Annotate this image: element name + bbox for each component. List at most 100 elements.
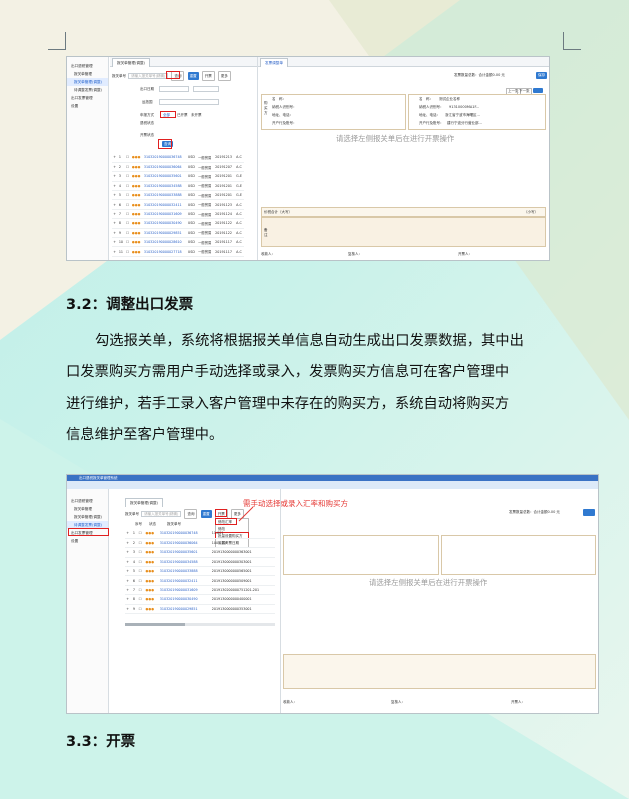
row-status-stars: ●●● xyxy=(144,538,159,549)
row-checkbox[interactable]: ☐ xyxy=(137,538,145,549)
row-checkbox[interactable]: ☐ xyxy=(137,594,145,605)
row-checkbox[interactable]: ☐ xyxy=(137,575,145,586)
row-expand-icon[interactable]: + xyxy=(125,604,132,615)
row-expand-icon[interactable]: + xyxy=(125,529,132,539)
search-label: 报关单号 xyxy=(125,512,139,516)
search-input[interactable]: 请输入报关单号(精确) xyxy=(128,73,169,79)
table-row[interactable]: +6 ☐ ●●● 310320190000032411 USD 一般贸易 20191123 A… xyxy=(112,199,244,210)
row-code[interactable]: 310320190000036064 xyxy=(158,538,211,549)
table-scrollbar[interactable] xyxy=(125,623,275,626)
radio-issued[interactable]: 已开票 xyxy=(177,113,188,118)
table-row[interactable]: +4 ☐ ●●● 310320190000034588 USD 一般贸易 20191201 G… xyxy=(112,181,244,192)
tree-item[interactable]: 设置 xyxy=(67,102,108,110)
row-code[interactable]: 310320190000034588 xyxy=(142,181,187,192)
table-row[interactable]: +6 ☐ ●●● 310320190000032411 2019130000000509… xyxy=(125,575,275,586)
tree-item[interactable]: 报关单管理 xyxy=(67,70,108,78)
row-checkbox[interactable]: ☐ xyxy=(137,566,145,577)
row-code[interactable]: 310320190000031609 xyxy=(142,209,187,220)
tree-item[interactable]: 出口退税管理 xyxy=(67,497,108,505)
search-label: 报关单号 xyxy=(112,74,126,78)
table-row[interactable]: +4 ☐ ●●● 310320190000034588 2019130000000303… xyxy=(125,557,275,568)
table-row[interactable]: +8 ☐ ●●● 310320190000030490 2019130000000400… xyxy=(125,594,275,605)
row-checkbox[interactable]: ☐ xyxy=(137,604,145,615)
row-checkbox[interactable]: ☐ xyxy=(137,529,145,539)
row-code[interactable]: 310320190000034588 xyxy=(158,557,211,568)
save-button[interactable] xyxy=(583,509,595,516)
table-row[interactable]: +1 ☐ ●●● 310320190000036748 USD 一般贸易 20191213 A… xyxy=(112,153,244,163)
buyer-addr-label: 地址、电话： xyxy=(272,113,293,117)
col-code: 报关单号 xyxy=(167,522,181,526)
table-row[interactable]: +8 ☐ ●●● 310320190000030490 USD 一般贸易 20191122 A… xyxy=(112,218,244,229)
row-expand-icon[interactable]: + xyxy=(125,585,132,596)
more-button[interactable]: 更多 xyxy=(217,71,231,81)
radio-unissued[interactable]: 未开票 xyxy=(191,113,202,118)
table-row[interactable]: +9 ☐ ●●● 310320190000029851 2019130000000353… xyxy=(125,604,275,615)
row-date: 20191201 xyxy=(213,181,235,192)
row-code[interactable]: 310320190000031609 xyxy=(158,585,211,596)
row-checkbox[interactable]: ☐ xyxy=(137,585,145,596)
row-expand-icon[interactable]: + xyxy=(125,594,132,605)
row-date: 20191123 xyxy=(213,199,235,210)
highlight-tree xyxy=(68,528,109,536)
row-code[interactable]: 310320190000032411 xyxy=(142,199,187,210)
row-expand-icon[interactable]: + xyxy=(125,547,132,558)
row-code[interactable]: 310320190000030490 xyxy=(158,594,211,605)
row-checkbox[interactable]: ☐ xyxy=(137,547,145,558)
invoice-button[interactable]: 开票 xyxy=(201,71,215,81)
table-row[interactable]: +10 ☐ ●●● 310320190000028610 USD 一般贸易 20191117… xyxy=(112,237,244,248)
row-expand-icon[interactable]: + xyxy=(125,566,132,577)
date-to-input[interactable] xyxy=(193,86,219,92)
table-row[interactable]: +7 ☐ ●●● 310320190000031609 2019130200000751… xyxy=(125,585,275,596)
print-button[interactable] xyxy=(533,88,543,93)
table-row[interactable]: +7 ☐ ●●● 310320190000031609 USD 一般贸易 20191124 A… xyxy=(112,209,244,220)
tab-declarations[interactable]: 报关单管理(调整) xyxy=(112,58,150,67)
table-row[interactable]: +1 ☐ ●●● 310320190000036748 11-001 xyxy=(125,529,275,539)
table-row[interactable]: +2 ☐ ●●● 310320190000036064 USD 一般贸易 20191207 A… xyxy=(112,162,244,173)
table-row[interactable]: +11 ☐ ●●● 310320190000027718 USD 一般贸易 20191117… xyxy=(112,246,244,257)
search-input[interactable]: 请输入报关单号(精确) xyxy=(141,511,182,517)
row-ref: 2019130000000509001 xyxy=(210,575,275,586)
table-row[interactable]: +9 ☐ ●●● 310320190000029851 USD 一般贸易 20191122 A… xyxy=(112,228,244,239)
reset-button[interactable]: 重置 xyxy=(200,510,212,518)
row-code[interactable]: 310320190000027718 xyxy=(142,246,187,257)
row-code[interactable]: 310320190000035601 xyxy=(142,171,187,182)
row-code[interactable]: 310320190000030490 xyxy=(142,218,187,229)
table-row[interactable]: +5 ☐ ●●● 310320190000033888 2019130000000565… xyxy=(125,566,275,577)
save-button[interactable]: 保存 xyxy=(536,72,548,79)
row-trade-type: 一般贸易 xyxy=(196,218,214,229)
row-code[interactable]: 310320190000028610 xyxy=(142,237,187,248)
tab-declarations[interactable]: 报关单管理(调整) xyxy=(125,498,163,507)
drawer-label: 开票人： xyxy=(458,252,472,256)
row-code[interactable]: 310320190000035601 xyxy=(158,547,211,558)
reset-button[interactable]: 重置 xyxy=(187,72,199,80)
table-row[interactable]: +2 ☐ ●●● 310320190000036064 1001-201 xyxy=(125,538,275,549)
row-code[interactable]: 310320190000032411 xyxy=(158,575,211,586)
tree-item[interactable]: 报关单管理(调整) xyxy=(67,513,108,521)
row-expand-icon[interactable]: + xyxy=(125,538,132,549)
table-row[interactable]: +3 ☐ ●●● 310320190000035601 2019130000000363… xyxy=(125,547,275,558)
tree-item[interactable]: 出口退税管理 xyxy=(67,62,108,70)
row-expand-icon[interactable]: + xyxy=(125,557,132,568)
country-input[interactable] xyxy=(159,99,219,105)
row-code[interactable]: 310320190000033888 xyxy=(142,190,187,201)
tree-item[interactable]: 设置 xyxy=(67,537,108,545)
declaration-table: +1 ☐ ●●● 310320190000036748 11-001 +2 ☐ ●●● 3103… xyxy=(125,529,275,615)
date-from-input[interactable] xyxy=(159,86,189,92)
row-code[interactable]: 310320190000033888 xyxy=(158,566,211,577)
tree-item-active[interactable]: 报关单管理(调整) xyxy=(67,78,108,86)
row-code[interactable]: 310320190000029851 xyxy=(158,604,211,615)
row-code[interactable]: 310320190000036748 xyxy=(142,153,187,163)
row-checkbox[interactable]: ☐ xyxy=(137,557,145,568)
row-code[interactable]: 310320190000036748 xyxy=(158,529,211,539)
row-code[interactable]: 310320190000036064 xyxy=(142,162,187,173)
tab-invoice[interactable]: 发票调整单 xyxy=(260,58,288,67)
tree-item[interactable]: 待调整发票(调整) xyxy=(67,86,108,94)
row-code[interactable]: 310320190000029851 xyxy=(142,228,187,239)
tree-item[interactable]: 出口发票管理 xyxy=(67,94,108,102)
tree-item[interactable]: 报关单管理 xyxy=(67,505,108,513)
row-expand-icon[interactable]: + xyxy=(125,575,132,586)
search-button[interactable]: 查询 xyxy=(184,509,198,519)
table-row[interactable]: +3 ☐ ●●● 310320190000035601 USD 一般贸易 20191201 G… xyxy=(112,171,244,182)
row-number: 7 xyxy=(117,209,125,220)
table-row[interactable]: +5 ☐ ●●● 310320190000033888 USD 一般贸易 20191201 G… xyxy=(112,190,244,201)
